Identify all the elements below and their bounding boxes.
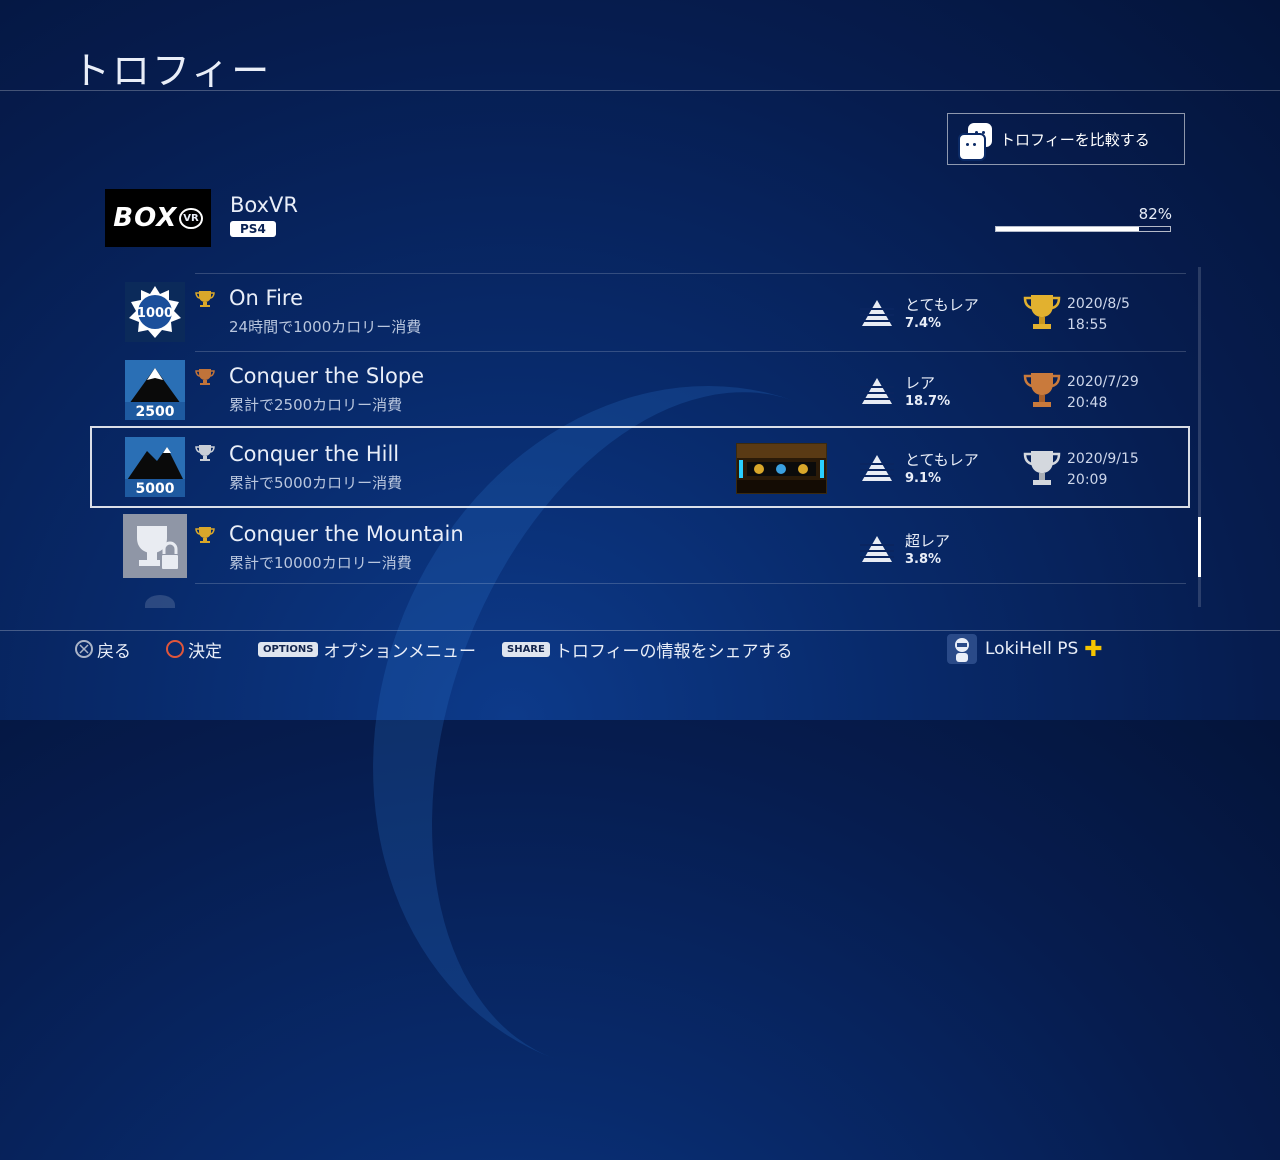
scrollbar-thumb[interactable] xyxy=(1198,517,1201,577)
trophy-badge-text: 2500 xyxy=(136,404,175,420)
rarity-pyramid-icon xyxy=(860,378,894,404)
rarity-percent: 3.8% xyxy=(905,552,942,567)
rarity-label: 超レア xyxy=(905,532,951,550)
share-key-badge: SHARE xyxy=(502,641,550,657)
circle-button-icon xyxy=(166,640,184,658)
trophy-badge-text: 5000 xyxy=(136,481,175,497)
trophy-row[interactable]: 2500 Conquer the Slope 累計で2500カロリー消費 レア … xyxy=(90,352,1190,429)
earned-time: 20:09 xyxy=(1067,472,1108,488)
game-title: BoxVR xyxy=(230,193,298,217)
trophy-name: On Fire xyxy=(229,286,303,310)
trophy-badge-icon: 5000 xyxy=(125,437,185,497)
confirm-label: 決定 xyxy=(188,641,222,662)
back-label: 戻る xyxy=(97,641,131,662)
scrollbar[interactable] xyxy=(1198,267,1201,607)
rarity-pyramid-icon xyxy=(860,455,894,481)
cross-button-icon xyxy=(75,640,93,658)
trophy-row-selected[interactable]: 5000 Conquer the Hill 累計で5000カロリー消費 とてもレ… xyxy=(90,426,1190,508)
bronze-trophy-icon xyxy=(1023,373,1061,407)
earned-time: 18:55 xyxy=(1067,317,1108,333)
game-logo: BOX VR xyxy=(105,189,211,247)
earned-date: 2020/8/5 xyxy=(1067,296,1130,312)
gold-grade-icon xyxy=(195,527,215,543)
confirm-hint[interactable]: 決定 xyxy=(166,636,222,662)
earned-datetime: 2020/9/15 20:09 xyxy=(1067,449,1139,491)
bronze-grade-icon xyxy=(195,369,215,385)
rarity-label: とてもレア xyxy=(905,451,979,469)
rarity-pyramid-icon xyxy=(860,300,894,326)
trophy-row[interactable]: Conquer the Mountain 累計で10000カロリー消費 超レア … xyxy=(90,510,1190,587)
rarity-percent: 18.7% xyxy=(905,394,951,409)
title-divider xyxy=(0,90,1280,91)
compare-trophies-button[interactable]: トロフィーを比較する xyxy=(947,113,1185,165)
share-label: トロフィーの情報をシェアする xyxy=(554,641,793,662)
rarity-label: とてもレア xyxy=(905,296,979,314)
trophy-screenshot-thumbnail[interactable] xyxy=(736,443,827,494)
trophy-list: 1000 On Fire 24時間で1000カロリー消費 とてもレア 7.4% … xyxy=(0,273,1280,608)
user-profile[interactable]: LokiHell PS ✚ xyxy=(947,634,1103,664)
earned-date: 2020/7/29 xyxy=(1067,374,1139,390)
progress-bar xyxy=(995,226,1171,232)
progress-bar-fill xyxy=(996,227,1139,231)
compare-button-label: トロフィーを比較する xyxy=(1000,130,1150,149)
next-row-peek xyxy=(145,595,175,608)
trophy-description: 累計で5000カロリー消費 xyxy=(229,474,403,492)
earned-time: 20:48 xyxy=(1067,395,1108,411)
compare-faces-icon xyxy=(954,119,994,161)
trophy-description: 24時間で1000カロリー消費 xyxy=(229,318,422,336)
options-key-badge: OPTIONS xyxy=(258,641,319,657)
ps-plus-icon: ✚ xyxy=(1084,636,1103,662)
share-hint[interactable]: SHARE トロフィーの情報をシェアする xyxy=(502,636,793,662)
page-title: トロフィー xyxy=(72,49,272,93)
gold-trophy-icon xyxy=(1023,295,1061,329)
trophy-badge-icon: 1000 xyxy=(125,282,185,342)
trophy-name: Conquer the Slope xyxy=(229,364,425,388)
footer-divider xyxy=(0,630,1280,631)
earned-date: 2020/9/15 xyxy=(1067,451,1139,467)
footer-bar: 戻る 決定 OPTIONS オプションメニュー SHARE トロフィーの情報をシ… xyxy=(0,634,1280,664)
game-logo-text: BOX xyxy=(113,203,178,233)
back-hint[interactable]: 戻る xyxy=(75,636,131,662)
silver-grade-icon xyxy=(195,445,215,461)
earned-datetime: 2020/7/29 20:48 xyxy=(1067,372,1139,414)
trophy-row[interactable]: 1000 On Fire 24時間で1000カロリー消費 とてもレア 7.4% … xyxy=(90,274,1190,351)
rarity-percent: 9.1% xyxy=(905,471,942,486)
trophy-badge-icon: 2500 xyxy=(125,360,185,420)
trophy-badge-text: 1000 xyxy=(137,306,173,321)
locked-trophy-icon xyxy=(123,514,187,578)
earned-datetime: 2020/8/5 18:55 xyxy=(1067,294,1130,336)
platform-badge: PS4 xyxy=(230,221,276,237)
game-logo-badge: VR xyxy=(179,207,203,229)
rarity-label: レア xyxy=(905,374,936,392)
trophy-name: Conquer the Hill xyxy=(229,442,400,466)
avatar xyxy=(947,634,977,664)
silver-trophy-icon xyxy=(1023,451,1061,485)
gold-grade-icon xyxy=(195,291,215,307)
progress-percent: 82% xyxy=(1138,205,1172,223)
options-label: オプションメニュー xyxy=(323,641,476,662)
rarity-percent: 7.4% xyxy=(905,316,942,331)
trophy-name: Conquer the Mountain xyxy=(229,522,464,546)
rarity-pyramid-icon xyxy=(860,536,894,562)
trophy-description: 累計で10000カロリー消費 xyxy=(229,554,412,572)
options-hint[interactable]: OPTIONS オプションメニュー xyxy=(258,636,476,662)
trophy-description: 累計で2500カロリー消費 xyxy=(229,396,403,414)
user-name: LokiHell PS xyxy=(985,639,1079,659)
